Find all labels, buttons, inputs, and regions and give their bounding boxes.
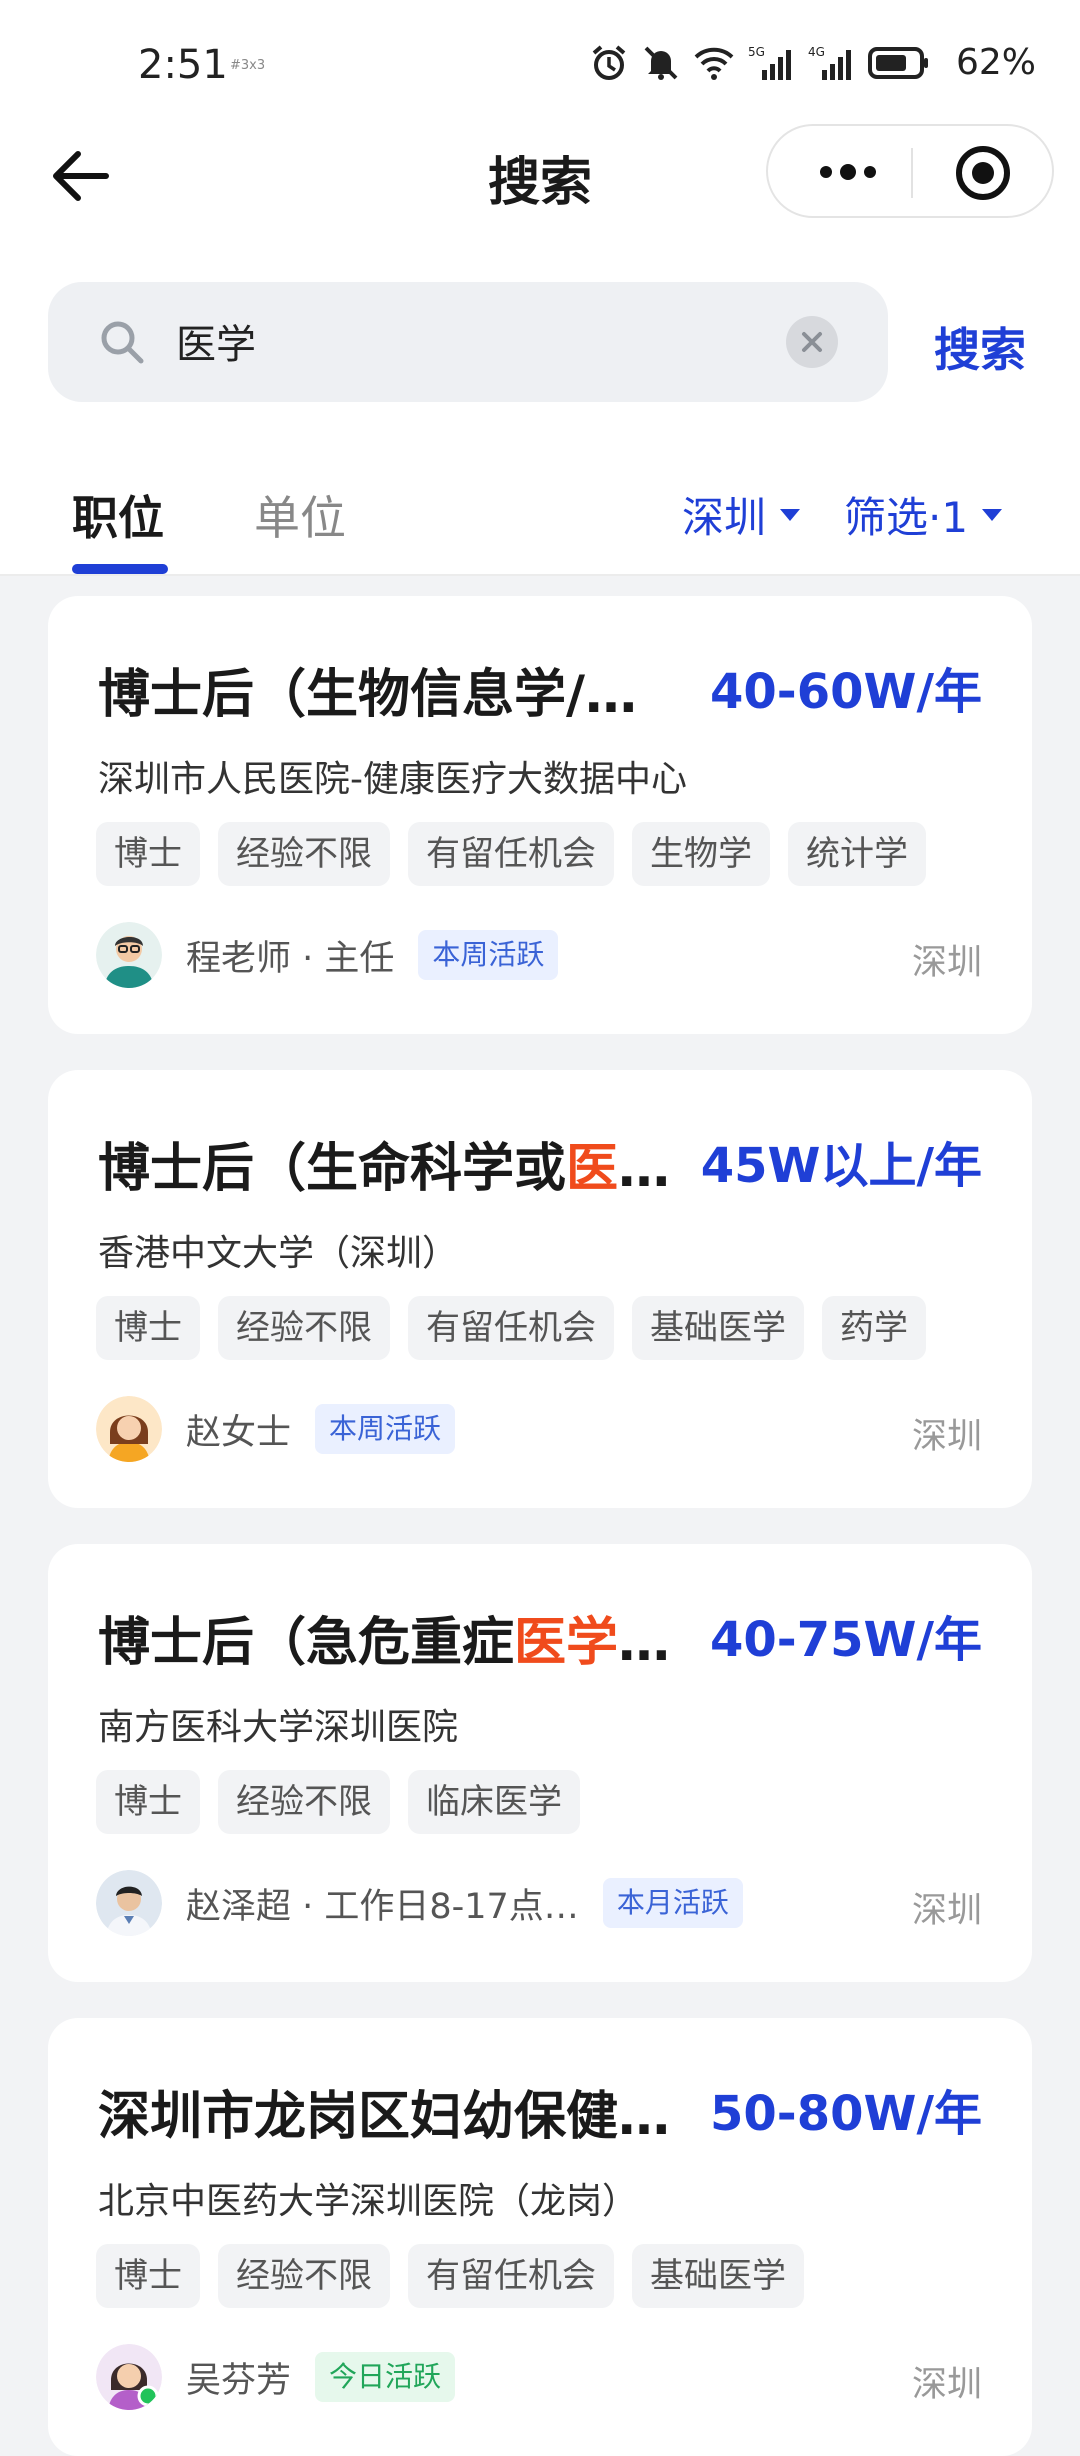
avatar xyxy=(96,1396,162,1462)
job-tags: 博士 经验不限 有留任机会 基础医学 xyxy=(96,2244,804,2308)
tab-active-indicator xyxy=(72,564,168,574)
job-tag: 经验不限 xyxy=(218,822,390,886)
alarm-icon xyxy=(590,44,628,86)
avatar xyxy=(96,2344,162,2410)
activity-badge: 本周活跃 xyxy=(418,930,559,980)
job-tag: 临床医学 xyxy=(408,1770,580,1834)
job-salary: 40-60W/年 xyxy=(710,664,982,720)
recruiter-name: 吴芬芳 xyxy=(186,2360,292,2401)
city-filter-label: 深圳 xyxy=(682,493,767,542)
battery-icon xyxy=(868,46,930,84)
status-time: 2:51 xyxy=(138,42,228,88)
job-tag: 有留任机会 xyxy=(408,822,614,886)
job-location: 深圳 xyxy=(911,1417,982,1457)
status-small-tag: #3x3 xyxy=(230,58,266,73)
tab-positions[interactable]: 职位 xyxy=(72,482,164,548)
job-tag: 药学 xyxy=(822,1296,926,1360)
job-tags: 博士 经验不限 有留任机会 生物学 统计学 xyxy=(96,822,926,886)
job-tag: 统计学 xyxy=(788,822,926,886)
signal-4g-icon: 4G xyxy=(808,44,854,86)
recruiter-row: 赵女士 本周活跃 xyxy=(96,1394,456,1464)
job-card[interactable]: 博士后（急危重症医学… 40-75W/年 南方医科大学深圳医院 博士 经验不限 … xyxy=(48,1544,1032,1982)
job-title: 博士后（生物信息学/… xyxy=(98,665,637,725)
job-tag: 生物学 xyxy=(632,822,770,886)
job-card[interactable]: 博士后（生物信息学/… 40-60W/年 深圳市人民医院-健康医疗大数据中心 博… xyxy=(48,596,1032,1034)
job-location: 深圳 xyxy=(911,2365,982,2405)
city-filter[interactable]: 深圳 xyxy=(682,484,801,545)
activity-badge: 本周活跃 xyxy=(315,1404,456,1454)
caret-down-icon xyxy=(982,508,1003,521)
filter-label: 筛选·1 xyxy=(844,493,969,542)
caret-down-icon xyxy=(780,508,801,521)
job-tag: 博士 xyxy=(96,1296,200,1360)
capsule-divider xyxy=(911,148,913,198)
recruiter-row: 吴芬芳 今日活跃 xyxy=(96,2342,456,2412)
mini-program-capsule xyxy=(766,124,1054,218)
job-tag: 经验不限 xyxy=(218,1770,390,1834)
job-company: 北京中医药大学深圳医院（龙岗） xyxy=(98,2181,639,2222)
job-tags: 博士 经验不限 临床医学 xyxy=(96,1770,580,1834)
job-title: 深圳市龙岗区妇幼保健… xyxy=(98,2087,671,2147)
navigation-bar: 搜索 xyxy=(0,120,1080,230)
recruiter-name: 程老师 · 主任 xyxy=(186,938,395,979)
more-button[interactable] xyxy=(808,152,888,192)
job-tag: 有留任机会 xyxy=(408,2244,614,2308)
search-icon xyxy=(101,321,144,364)
mute-bell-icon xyxy=(642,44,680,86)
recruiter-name: 赵女士 xyxy=(186,1412,292,1453)
activity-badge: 本月活跃 xyxy=(602,1878,743,1928)
recruiter-row: 程老师 · 主任 本周活跃 xyxy=(96,920,559,990)
target-icon xyxy=(956,146,1010,200)
signal-5g-icon: 5G xyxy=(748,44,794,86)
activity-badge: 今日活跃 xyxy=(315,2352,456,2402)
job-salary: 50-80W/年 xyxy=(710,2086,982,2142)
job-salary: 45W以上/年 xyxy=(700,1138,982,1194)
job-tags: 博士 经验不限 有留任机会 基础医学 药学 xyxy=(96,1296,926,1360)
job-tag: 博士 xyxy=(96,2244,200,2308)
search-button[interactable]: 搜索 xyxy=(934,314,1026,380)
job-location: 深圳 xyxy=(911,943,982,983)
signal-4g-label: 4G xyxy=(808,45,825,59)
job-title: 博士后（急危重症医学… xyxy=(98,1613,671,1673)
clear-search-button[interactable] xyxy=(786,316,838,368)
job-tag: 有留任机会 xyxy=(408,1296,614,1360)
job-company: 深圳市人民医院-健康医疗大数据中心 xyxy=(98,759,687,800)
recruiter-row: 赵泽超 · 工作日8-17点… 本月活跃 xyxy=(96,1868,743,1938)
job-company: 香港中文大学（深圳） xyxy=(98,1233,459,1274)
search-query: 医学 xyxy=(176,322,256,368)
signal-5g-label: 5G xyxy=(748,45,765,59)
job-card[interactable]: 博士后（生命科学或医… 45W以上/年 香港中文大学（深圳） 博士 经验不限 有… xyxy=(48,1070,1032,1508)
close-miniprogram-button[interactable] xyxy=(954,144,1012,202)
job-tag: 经验不限 xyxy=(218,1296,390,1360)
job-company: 南方医科大学深圳医院 xyxy=(98,1707,459,1748)
job-tag: 基础医学 xyxy=(632,1296,804,1360)
wifi-icon xyxy=(694,45,734,85)
job-tag: 基础医学 xyxy=(632,2244,804,2308)
job-tag: 博士 xyxy=(96,1770,200,1834)
more-dots-icon xyxy=(820,164,876,180)
search-area: 医学 搜索 xyxy=(0,230,1080,430)
recruiter-name: 赵泽超 · 工作日8-17点… xyxy=(186,1886,579,1927)
job-title: 博士后（生命科学或医… xyxy=(98,1139,671,1199)
job-salary: 40-75W/年 xyxy=(710,1612,982,1668)
close-icon xyxy=(802,332,822,352)
job-tag: 经验不限 xyxy=(218,2244,390,2308)
avatar xyxy=(96,1870,162,1936)
tabs-bar: 职位 单位 深圳 筛选·1 xyxy=(0,430,1080,576)
avatar xyxy=(96,922,162,988)
job-card[interactable]: 深圳市龙岗区妇幼保健… 50-80W/年 北京中医药大学深圳医院（龙岗） 博士 … xyxy=(48,2018,1032,2456)
job-tag: 博士 xyxy=(96,822,200,886)
tab-organizations[interactable]: 单位 xyxy=(254,482,346,548)
status-icons: 5G 4G xyxy=(590,44,930,86)
status-bar: 2:51 #3x3 5G 4G 62% xyxy=(0,0,1080,120)
filter-dropdown[interactable]: 筛选·1 xyxy=(844,484,1003,545)
search-input[interactable]: 医学 xyxy=(48,282,888,402)
job-location: 深圳 xyxy=(911,1891,982,1931)
battery-percentage: 62% xyxy=(955,42,1036,83)
